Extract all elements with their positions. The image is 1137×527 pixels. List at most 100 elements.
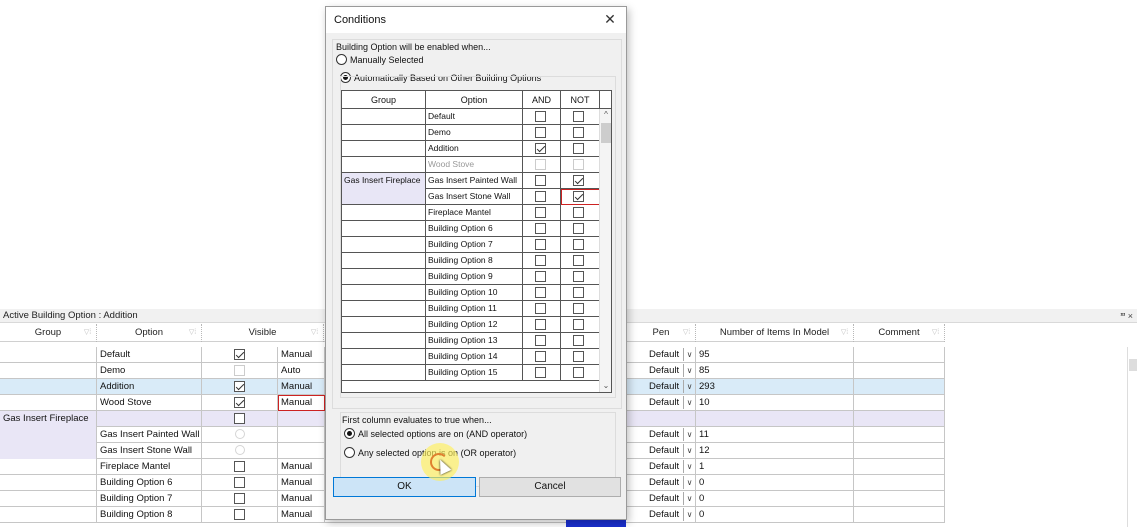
chevron-down-icon[interactable]: ∨ [683, 428, 695, 441]
condition-not-checkbox[interactable] [573, 319, 584, 330]
condition-and-checkbox[interactable] [535, 127, 546, 138]
header-items[interactable]: Number of Items In Model ▽⁞ [696, 324, 854, 342]
chevron-down-icon[interactable]: ∨ [683, 476, 695, 489]
chevron-down-icon[interactable]: ∨ [683, 380, 695, 393]
condition-and-checkbox[interactable] [535, 255, 546, 266]
filter-icon[interactable]: ▽⁞ [188, 329, 197, 336]
header-option[interactable]: Option ▽⁞ [97, 324, 202, 342]
chevron-down-icon[interactable]: ⌄ [600, 380, 611, 392]
condition-row: Wood Stove [342, 157, 600, 173]
close-icon[interactable]: ✕ [602, 11, 618, 28]
condition-group-cell [342, 141, 426, 157]
scrollbar-thumb[interactable] [601, 123, 611, 143]
condition-and-checkbox[interactable] [535, 143, 546, 154]
condition-group-cell [342, 237, 426, 253]
radio-or-operator[interactable] [344, 447, 355, 458]
filter-icon[interactable]: ▽⁞ [840, 329, 849, 336]
filter-icon[interactable]: ▽⁞ [682, 329, 691, 336]
pen-cell: Default ∨ [627, 507, 696, 523]
visible-checkbox[interactable] [234, 477, 245, 488]
condition-group-cell: Gas Insert Fireplace [342, 173, 426, 205]
header-comment[interactable]: Comment ▽⁞ [854, 324, 945, 342]
visible-checkbox[interactable] [234, 413, 245, 424]
chevron-up-icon[interactable]: ^ [600, 109, 611, 121]
mode-cell: Manual [278, 507, 325, 523]
conditions-scrollbar[interactable]: ^ ⌄ [599, 109, 611, 392]
visible-checkbox[interactable] [234, 509, 245, 520]
option-cell [97, 411, 202, 427]
visible-radio[interactable] [235, 429, 245, 439]
condition-option-cell: Demo [426, 125, 523, 141]
condition-and-checkbox[interactable] [535, 111, 546, 122]
condition-and-checkbox[interactable] [535, 175, 546, 186]
chevron-down-icon[interactable]: ∨ [683, 492, 695, 505]
condition-not-checkbox[interactable] [573, 223, 584, 234]
condition-not-checkbox[interactable] [573, 127, 584, 138]
condition-not-checkbox[interactable] [573, 335, 584, 346]
condition-not-checkbox[interactable] [573, 191, 584, 202]
condition-not-checkbox[interactable] [573, 159, 584, 170]
condition-not-checkbox[interactable] [573, 143, 584, 154]
pen-value: Default [649, 429, 680, 440]
chevron-down-icon[interactable]: ∨ [683, 364, 695, 377]
condition-not-cell [561, 221, 600, 237]
radio-and-operator[interactable] [344, 428, 355, 439]
group-cell [0, 507, 97, 523]
chevron-down-icon[interactable]: ∨ [683, 396, 695, 409]
col-not: NOT [561, 91, 600, 109]
condition-not-checkbox[interactable] [573, 111, 584, 122]
visible-checkbox[interactable] [234, 461, 245, 472]
radio-manually-selected[interactable] [336, 54, 347, 65]
condition-and-checkbox[interactable] [535, 319, 546, 330]
items-count-cell: 85 [696, 363, 854, 379]
condition-not-cell [561, 157, 600, 173]
pin-icon[interactable]: ⱎ × [1120, 309, 1133, 323]
header-visible[interactable]: Visible ▽⁞ [202, 324, 324, 342]
option-cell: Wood Stove [97, 395, 202, 411]
condition-not-checkbox[interactable] [573, 367, 584, 378]
condition-and-checkbox[interactable] [535, 287, 546, 298]
condition-and-checkbox[interactable] [535, 159, 546, 170]
filter-icon[interactable]: ▽⁞ [83, 329, 92, 336]
chevron-down-icon[interactable]: ∨ [683, 348, 695, 361]
condition-and-cell [523, 125, 561, 141]
cancel-button[interactable]: Cancel [479, 477, 621, 497]
condition-and-checkbox[interactable] [535, 191, 546, 202]
condition-not-checkbox[interactable] [573, 255, 584, 266]
scrollbar-thumb[interactable] [1129, 359, 1137, 371]
condition-and-checkbox[interactable] [535, 239, 546, 250]
visible-checkbox[interactable] [234, 397, 245, 408]
condition-and-checkbox[interactable] [535, 223, 546, 234]
header-group[interactable]: Group ▽⁞ [0, 324, 97, 342]
filter-icon[interactable]: ▽⁞ [310, 329, 319, 336]
condition-and-checkbox[interactable] [535, 207, 546, 218]
condition-not-checkbox[interactable] [573, 207, 584, 218]
visible-checkbox[interactable] [234, 365, 245, 376]
header-pen[interactable]: Pen ▽⁞ [627, 324, 696, 342]
condition-and-checkbox[interactable] [535, 367, 546, 378]
chevron-down-icon[interactable]: ∨ [683, 508, 695, 521]
visible-radio[interactable] [235, 445, 245, 455]
panel-scrollbar[interactable] [1127, 347, 1137, 527]
condition-not-checkbox[interactable] [573, 303, 584, 314]
ok-button[interactable]: OK [333, 477, 476, 497]
condition-option-cell: Building Option 9 [426, 269, 523, 285]
condition-not-checkbox[interactable] [573, 287, 584, 298]
condition-not-checkbox[interactable] [573, 239, 584, 250]
condition-and-checkbox[interactable] [535, 271, 546, 282]
visible-checkbox[interactable] [234, 381, 245, 392]
visible-checkbox[interactable] [234, 349, 245, 360]
condition-and-checkbox[interactable] [535, 335, 546, 346]
col-spacer [600, 91, 611, 109]
condition-and-checkbox[interactable] [535, 303, 546, 314]
chevron-down-icon[interactable]: ∨ [683, 460, 695, 473]
condition-not-checkbox[interactable] [573, 271, 584, 282]
condition-group-cell [342, 317, 426, 333]
chevron-down-icon[interactable]: ∨ [683, 444, 695, 457]
condition-option-cell: Fireplace Mantel [426, 205, 523, 221]
condition-and-checkbox[interactable] [535, 351, 546, 362]
condition-not-checkbox[interactable] [573, 351, 584, 362]
filter-icon[interactable]: ▽⁞ [931, 329, 940, 336]
condition-not-checkbox[interactable] [573, 175, 584, 186]
visible-checkbox[interactable] [234, 493, 245, 504]
